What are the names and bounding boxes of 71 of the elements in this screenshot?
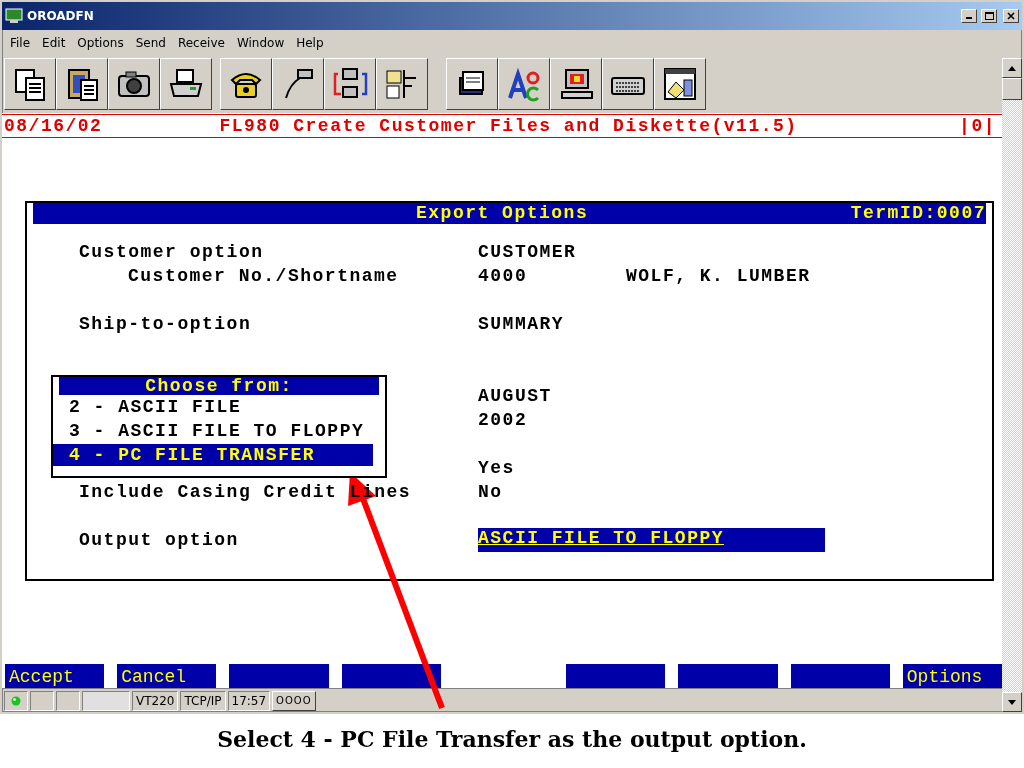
- menu-item[interactable]: Edit: [36, 35, 72, 50]
- field-label: Customer No./Shortname: [128, 266, 399, 286]
- status-indicator: |0|: [959, 115, 996, 137]
- terminal-id: TermID:0007: [850, 203, 986, 224]
- field-value: 4000: [478, 266, 528, 286]
- status-pane: [56, 690, 80, 711]
- screen-title: FL980 Create Customer Files and Diskette(v11.5): [219, 115, 798, 137]
- maximize-icon: [984, 11, 994, 21]
- function-key[interactable]: [341, 664, 441, 688]
- field-value: No: [478, 482, 503, 502]
- close-button[interactable]: [1003, 9, 1019, 23]
- status-text: TCP/IP: [180, 690, 226, 711]
- status-pane: [82, 690, 130, 711]
- toolbar-button[interactable]: [160, 58, 212, 110]
- toolbar-button[interactable]: [498, 58, 550, 110]
- menu-item[interactable]: Options: [71, 35, 130, 50]
- menu-item[interactable]: Receive: [171, 35, 231, 50]
- function-key[interactable]: Options: [902, 664, 1002, 688]
- up-arrow-icon: [1008, 65, 1016, 71]
- toolbar-button[interactable]: [220, 58, 272, 110]
- toolbar-button[interactable]: [4, 58, 56, 110]
- toolbar-button[interactable]: [272, 58, 324, 110]
- dialog-title: Export Options: [416, 203, 589, 224]
- tag-window-icon: [662, 66, 698, 102]
- popup-option[interactable]: 2 - ASCII FILE: [53, 395, 373, 419]
- toolbar-button[interactable]: [550, 58, 602, 110]
- close-icon: [1006, 11, 1016, 21]
- popup-title: Choose from:: [59, 377, 379, 395]
- status-pane: [30, 690, 54, 711]
- down-arrow-icon: [1008, 699, 1016, 705]
- field-label: Output option: [79, 530, 239, 550]
- screen-date: 08/16/02: [4, 115, 103, 137]
- toolbar-button[interactable]: [56, 58, 108, 110]
- field-label: Customer option: [79, 242, 264, 262]
- output-option-field[interactable]: ASCII FILE TO FLOPPY: [478, 528, 825, 552]
- status-indicator: OOOO: [272, 690, 316, 711]
- function-key[interactable]: Accept: [5, 664, 105, 688]
- toolbar-button[interactable]: [324, 58, 376, 110]
- field-value: CUSTOMER: [478, 242, 577, 262]
- menu-item[interactable]: File: [4, 35, 37, 50]
- toolbar-button[interactable]: [654, 58, 706, 110]
- maximize-button[interactable]: [981, 9, 997, 23]
- field-value: SUMMARY: [478, 314, 565, 334]
- popup-option[interactable]: 4 - PC FILE TRANSFER: [53, 444, 373, 466]
- scroll-up-button[interactable]: [1002, 58, 1022, 78]
- computer-icon: [558, 66, 594, 102]
- menu-item[interactable]: Send: [129, 35, 172, 50]
- status-text: 17:57: [227, 690, 271, 711]
- field-value: AUGUST: [478, 386, 552, 406]
- minimize-button[interactable]: [961, 9, 977, 23]
- toolbar-button[interactable]: [108, 58, 160, 110]
- toolbar-button[interactable]: [376, 58, 428, 110]
- field-value: WOLF, K. LUMBER: [626, 265, 811, 288]
- minimize-icon: [966, 17, 972, 19]
- toolbar-button[interactable]: [446, 58, 498, 110]
- status-text: VT220: [132, 690, 179, 711]
- caption-text: Select 4 - PC File Transfer as the output option.: [217, 726, 807, 752]
- scroll-down-button[interactable]: [1002, 692, 1022, 712]
- function-key[interactable]: Cancel: [117, 664, 217, 688]
- terminal-icon: [5, 8, 23, 24]
- field-label: Ship-to-option: [79, 314, 252, 334]
- menu-item[interactable]: Help: [290, 35, 330, 50]
- popup-option[interactable]: 3 - ASCII FILE TO FLOPPY: [53, 419, 373, 443]
- window-title: OROADFN: [27, 9, 94, 23]
- copy-documents-icon: [12, 66, 48, 102]
- menu-item[interactable]: Window: [230, 35, 291, 50]
- field-value: 2002: [478, 410, 528, 430]
- field-value: Yes: [478, 458, 515, 478]
- spell-check-icon: [506, 66, 542, 102]
- toolbar-button[interactable]: [602, 58, 654, 110]
- scroll-thumb[interactable]: [1002, 78, 1022, 100]
